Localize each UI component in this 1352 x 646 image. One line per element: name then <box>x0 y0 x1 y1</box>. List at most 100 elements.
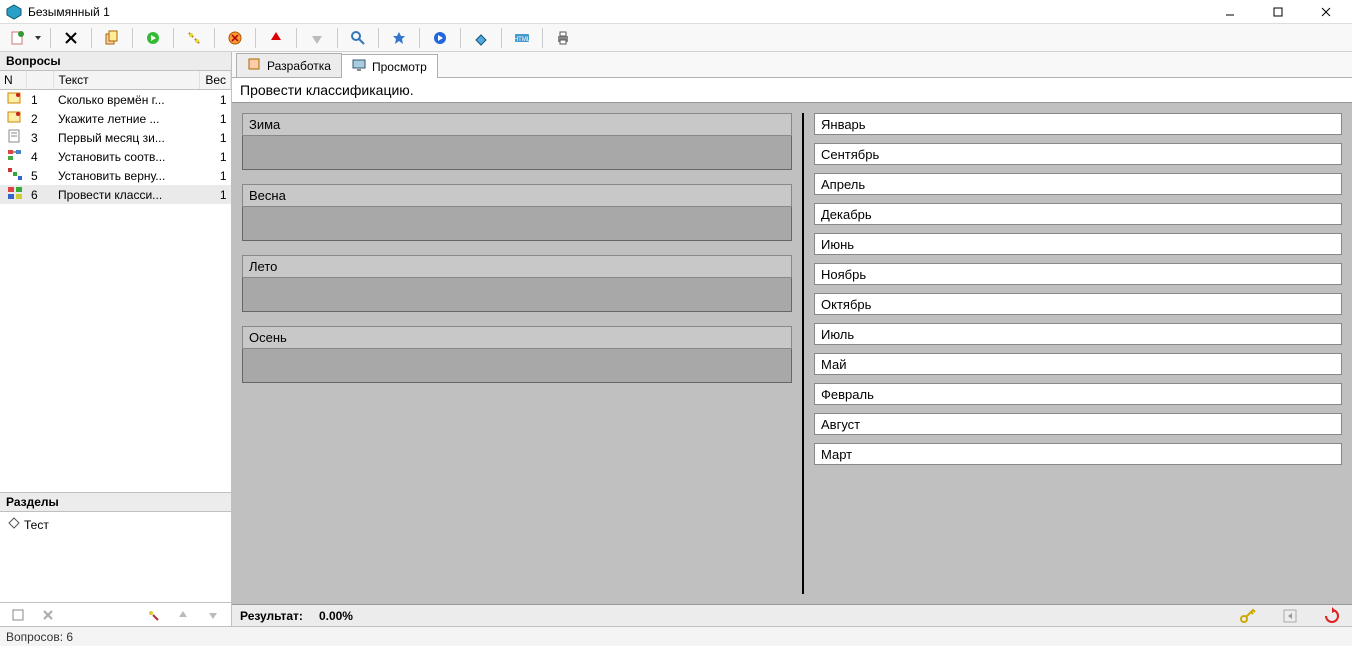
left-pane: Вопросы N Текст Вес 1Сколько времён г...… <box>0 52 232 626</box>
play-button[interactable] <box>428 26 452 50</box>
html-button[interactable]: HTML <box>510 26 534 50</box>
move-down-button[interactable] <box>305 26 329 50</box>
new-dropdown[interactable] <box>34 26 42 50</box>
question-text: Установить верну... <box>54 166 199 185</box>
draggable-item[interactable]: Октябрь <box>814 293 1342 315</box>
question-row[interactable]: 2Укажите летние ...1 <box>0 109 231 128</box>
question-text: Сколько времён г... <box>54 90 199 110</box>
categories-column: ЗимаВеснаЛетоОсень <box>242 113 792 594</box>
question-weight: 1 <box>199 166 230 185</box>
question-icon <box>0 166 27 185</box>
category-dropzone[interactable] <box>242 207 792 241</box>
section-up-button[interactable] <box>171 603 195 627</box>
result-bar: Результат: 0.00% <box>232 604 1352 626</box>
tab-design[interactable]: Разработка <box>236 53 342 77</box>
question-row[interactable]: 4Установить соотв...1 <box>0 147 231 166</box>
question-row[interactable]: 5Установить верну...1 <box>0 166 231 185</box>
draggable-item[interactable]: Июль <box>814 323 1342 345</box>
move-up-button[interactable] <box>264 26 288 50</box>
reload-button[interactable] <box>1320 604 1344 628</box>
sections-pane: Разделы Тест <box>0 492 231 602</box>
questions-list[interactable]: N Текст Вес 1Сколько времён г...12Укажит… <box>0 71 231 492</box>
question-icon <box>0 128 27 147</box>
prev-button[interactable] <box>1278 604 1302 628</box>
category-label: Весна <box>242 184 792 207</box>
question-number: 3 <box>27 128 54 147</box>
run-button[interactable] <box>141 26 165 50</box>
category-dropzone[interactable] <box>242 278 792 312</box>
preview-area: Провести классификацию. ЗимаВеснаЛетоОсе… <box>232 78 1352 604</box>
section-down-button[interactable] <box>201 603 225 627</box>
design-icon <box>247 57 261 74</box>
draggable-item[interactable]: Сентябрь <box>814 143 1342 165</box>
tree-root-label: Тест <box>24 518 49 532</box>
col-header-weight[interactable]: Вес <box>199 71 230 90</box>
delete-section-button[interactable] <box>36 603 60 627</box>
draggable-item[interactable]: Февраль <box>814 383 1342 405</box>
draggable-item[interactable]: Май <box>814 353 1342 375</box>
question-number: 6 <box>27 185 54 204</box>
items-column: Январь Сентябрь Апрель Декабрь Июнь Ноябрь Окт… <box>814 113 1342 594</box>
category-label: Осень <box>242 326 792 349</box>
tab-design-label: Разработка <box>267 59 331 73</box>
close-button[interactable] <box>1306 1 1346 23</box>
tree-root[interactable]: Тест <box>6 516 225 533</box>
app-icon <box>6 4 22 20</box>
draggable-item[interactable]: Апрель <box>814 173 1342 195</box>
question-text: Первый месяц зи... <box>54 128 199 147</box>
question-weight: 1 <box>199 185 230 204</box>
category-block: Осень <box>242 326 792 383</box>
vertical-divider <box>802 113 804 594</box>
diamond-icon <box>8 517 20 532</box>
category-dropzone[interactable] <box>242 136 792 170</box>
question-row[interactable]: 3Первый месяц зи...1 <box>0 128 231 147</box>
result-value: 0.00% <box>319 609 353 623</box>
draggable-item[interactable]: Ноябрь <box>814 263 1342 285</box>
category-label: Лето <box>242 255 792 278</box>
question-weight: 1 <box>199 90 230 110</box>
delete-button[interactable] <box>59 26 83 50</box>
category-dropzone[interactable] <box>242 349 792 383</box>
sections-tree[interactable]: Тест <box>0 512 231 602</box>
question-icon <box>0 90 27 110</box>
draggable-item[interactable]: Июнь <box>814 233 1342 255</box>
right-pane: Разработка Просмотр Провести классификац… <box>232 52 1352 626</box>
tab-preview[interactable]: Просмотр <box>341 54 438 78</box>
new-section-button[interactable] <box>6 603 30 627</box>
left-bottom-toolbar <box>0 602 231 626</box>
questions-header: Вопросы <box>0 52 231 71</box>
favorite-button[interactable] <box>387 26 411 50</box>
status-question-count: Вопросов: 6 <box>6 630 73 644</box>
question-row[interactable]: 1Сколько времён г...1 <box>0 90 231 110</box>
stop-button[interactable] <box>223 26 247 50</box>
question-text: Укажите летние ... <box>54 109 199 128</box>
key-button[interactable] <box>1236 604 1260 628</box>
col-header-text[interactable]: Текст <box>54 71 199 90</box>
main-toolbar: HTML <box>0 24 1352 52</box>
question-icon <box>0 109 27 128</box>
tools-button[interactable] <box>182 26 206 50</box>
eraser-button[interactable] <box>469 26 493 50</box>
draggable-item[interactable]: Март <box>814 443 1342 465</box>
question-number: 5 <box>27 166 54 185</box>
question-text: Провести класси... <box>54 185 199 204</box>
question-text: Установить соотв... <box>54 147 199 166</box>
tab-preview-label: Просмотр <box>372 60 427 74</box>
section-tools-button[interactable] <box>141 603 165 627</box>
titlebar: Безымянный 1 <box>0 0 1352 24</box>
minimize-button[interactable] <box>1210 1 1250 23</box>
draggable-item[interactable]: Декабрь <box>814 203 1342 225</box>
question-number: 4 <box>27 147 54 166</box>
status-bar: Вопросов: 6 <box>0 626 1352 646</box>
maximize-button[interactable] <box>1258 1 1298 23</box>
question-row[interactable]: 6Провести класси...1 <box>0 185 231 204</box>
copy-button[interactable] <box>100 26 124 50</box>
col-header-n[interactable]: N <box>0 71 27 90</box>
question-instruction: Провести классификацию. <box>232 78 1352 103</box>
search-button[interactable] <box>346 26 370 50</box>
draggable-item[interactable]: Август <box>814 413 1342 435</box>
new-button[interactable] <box>6 26 30 50</box>
print-button[interactable] <box>551 26 575 50</box>
col-header-icon[interactable] <box>27 71 54 90</box>
draggable-item[interactable]: Январь <box>814 113 1342 135</box>
